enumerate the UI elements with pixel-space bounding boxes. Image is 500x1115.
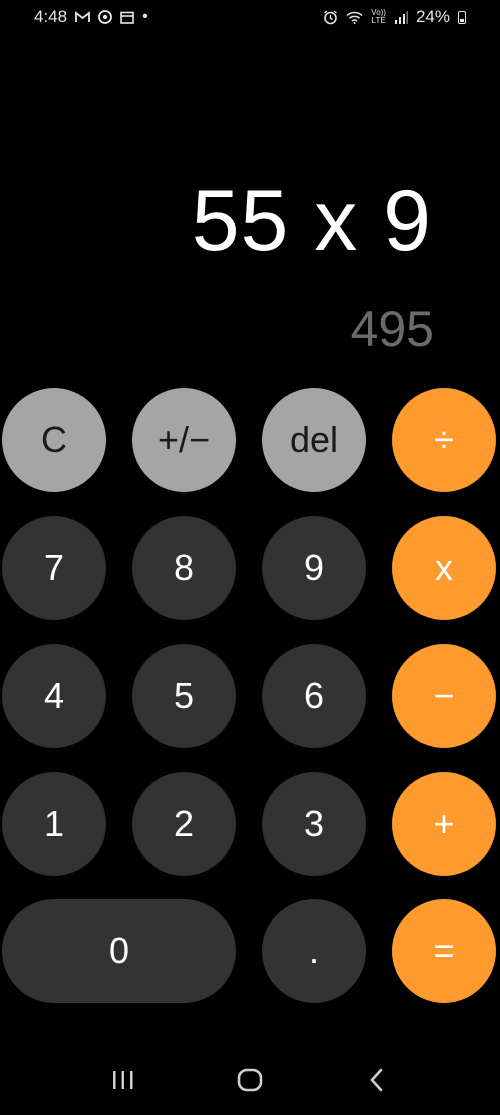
alarm-icon [323,9,338,25]
decimal-button[interactable]: . [262,899,366,1003]
chrome-icon [98,10,112,24]
home-button[interactable] [220,1053,280,1113]
result-preview: 495 [350,301,434,357]
home-icon [237,1068,263,1097]
equals-button[interactable]: = [392,899,496,1003]
digit-3-button[interactable]: 3 [262,772,366,876]
battery-icon [458,10,466,24]
status-bar-right: Vo)) LTE 24% [323,7,466,27]
add-button[interactable]: + [392,772,496,876]
digit-9-button[interactable]: 9 [262,516,366,620]
expression-display: 55 x 9 [191,173,432,269]
status-bar: 4:48 • Vo)) LTE 24% [0,0,500,34]
lte-label: LTE [371,16,386,25]
digit-5-button[interactable]: 5 [132,644,236,748]
wifi-icon [346,11,363,24]
digit-6-button[interactable]: 6 [262,644,366,748]
multiply-button[interactable]: x [392,516,496,620]
battery-percent: 24% [415,7,450,26]
volte-icon: Vo)) LTE [371,9,386,25]
clear-button[interactable]: C [2,388,106,492]
digit-0-button[interactable]: 0 [2,899,236,1003]
status-bar-left: 4:48 • [34,7,148,27]
recents-icon [111,1070,135,1095]
digit-4-button[interactable]: 4 [2,644,106,748]
digit-1-button[interactable]: 1 [2,772,106,876]
recents-button[interactable] [93,1053,153,1113]
sign-toggle-button[interactable]: +/− [132,388,236,492]
digit-7-button[interactable]: 7 [2,516,106,620]
back-icon [369,1068,385,1097]
calendar-icon [120,11,134,24]
divide-button[interactable]: ÷ [392,388,496,492]
navigation-bar [0,1050,500,1115]
delete-button[interactable]: del [262,388,366,492]
digit-8-button[interactable]: 8 [132,516,236,620]
gmail-icon [75,11,90,23]
status-time: 4:48 [34,7,68,26]
back-button[interactable] [347,1053,407,1113]
subtract-button[interactable]: − [392,644,496,748]
signal-icon [394,10,408,24]
digit-2-button[interactable]: 2 [132,772,236,876]
notification-dot-icon: • [142,8,148,25]
